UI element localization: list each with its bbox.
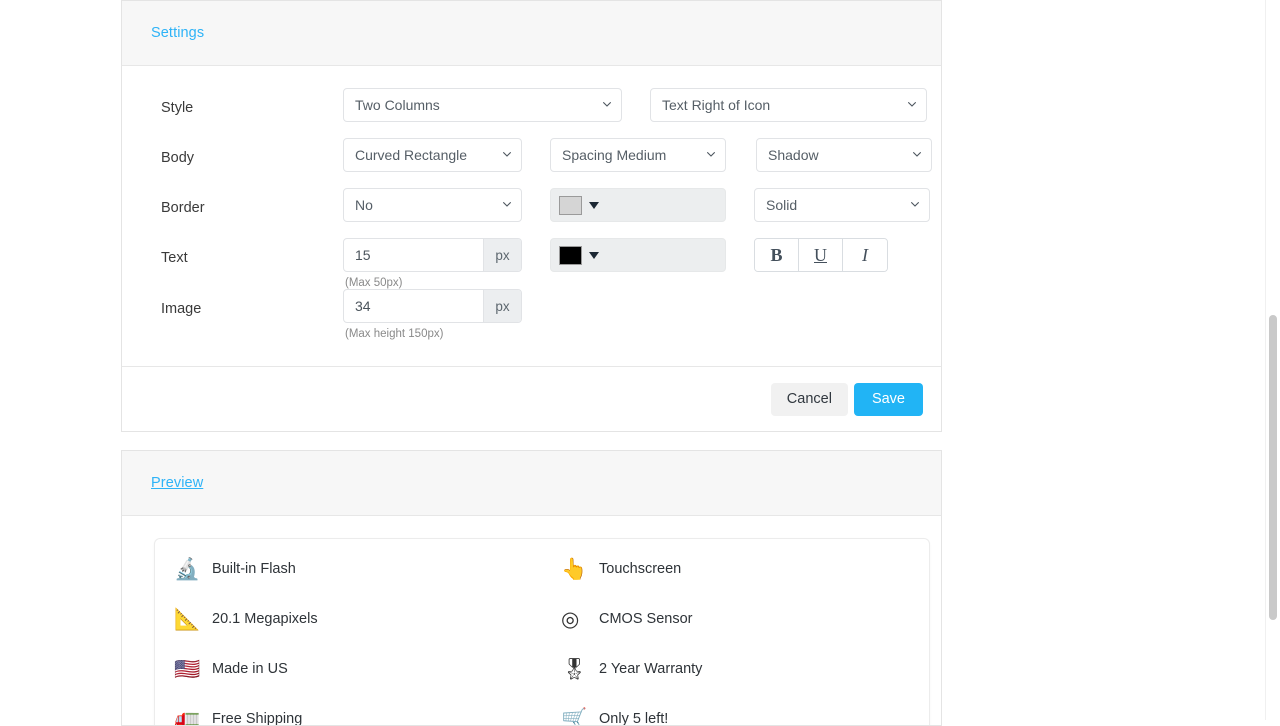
- preview-panel-header: Preview: [121, 450, 942, 516]
- feature-item-label: Only 5 left!: [599, 711, 668, 726]
- color-swatch-border: [559, 196, 582, 215]
- feature-item: 👆Touchscreen: [542, 555, 929, 583]
- row-label-style: Style: [141, 88, 343, 116]
- chevron-down-icon: [911, 201, 919, 209]
- select-border-enabled[interactable]: No: [343, 188, 522, 222]
- medal-icon: 🎖: [561, 655, 595, 683]
- chevron-down-icon: [913, 151, 921, 159]
- flash-icon: 🔬: [174, 555, 208, 583]
- row-fields-image: px (Max height 150px): [343, 289, 522, 340]
- chevron-down-icon: [908, 101, 916, 109]
- feature-item: 🇺🇸Made in US: [155, 655, 542, 683]
- save-button[interactable]: Save: [854, 383, 923, 416]
- text-size-input[interactable]: [344, 239, 483, 271]
- field-image-height: px (Max height 150px): [343, 289, 522, 340]
- form-row-style: Style Two Columns Text Right of Icon: [122, 88, 941, 138]
- select-style-layout[interactable]: Two Columns: [343, 88, 622, 122]
- row-fields-style: Two Columns Text Right of Icon: [343, 88, 927, 122]
- italic-button[interactable]: I: [843, 239, 887, 271]
- preview-header-link[interactable]: Preview: [151, 475, 203, 491]
- settings-footer: Cancel Save: [121, 366, 942, 432]
- select-body-spacing-value: Spacing Medium: [562, 147, 666, 163]
- settings-form: Style Two Columns Text Right of Icon B: [121, 66, 942, 366]
- settings-panel-header: Settings: [121, 0, 942, 66]
- select-body-effect[interactable]: Shadow: [756, 138, 932, 172]
- chevron-down-icon: [503, 151, 511, 159]
- settings-header-link[interactable]: Settings: [151, 25, 204, 41]
- select-style-text-position-value: Text Right of Icon: [662, 97, 770, 113]
- input-group-image-height[interactable]: px: [343, 289, 522, 323]
- form-row-image: Image px (Max height 150px): [122, 289, 941, 340]
- select-body-shape[interactable]: Curved Rectangle: [343, 138, 522, 172]
- select-body-effect-value: Shadow: [768, 147, 819, 163]
- feature-item-label: Touchscreen: [599, 561, 681, 577]
- row-label-border: Border: [141, 188, 343, 216]
- feature-item: 📐20.1 Megapixels: [155, 605, 542, 633]
- feature-item-label: Built-in Flash: [212, 561, 296, 577]
- row-fields-border: No Solid: [343, 188, 930, 222]
- page-content-column: Settings Style Two Columns Text Right of…: [121, 0, 942, 726]
- image-height-input[interactable]: [344, 290, 483, 322]
- feature-grid: 🔬Built-in Flash👆Touchscreen📐20.1 Megapix…: [155, 555, 929, 726]
- row-label-text: Text: [141, 238, 343, 266]
- page-scrollbar-thumb[interactable]: [1269, 315, 1277, 620]
- select-border-style[interactable]: Solid: [754, 188, 930, 222]
- feature-item-label: Made in US: [212, 661, 288, 677]
- frame-icon: 📐: [174, 605, 208, 633]
- form-row-text: Text px (Max 50px) B U I: [122, 238, 941, 289]
- feature-item: 🛒 Only 5 left!: [542, 705, 929, 726]
- text-size-hint: (Max 50px): [343, 277, 522, 289]
- row-fields-body: Curved Rectangle Spacing Medium Shadow: [343, 138, 932, 172]
- page-scrollbar-track[interactable]: [1265, 0, 1280, 720]
- row-label-image: Image: [141, 289, 343, 317]
- feature-item-label: 2 Year Warranty: [599, 661, 702, 677]
- select-border-enabled-value: No: [355, 197, 373, 213]
- feature-item-label: Free Shipping: [212, 711, 302, 726]
- row-fields-text: px (Max 50px) B U I: [343, 238, 888, 289]
- feature-item: 🔬Built-in Flash: [155, 555, 542, 583]
- color-picker-text-color[interactable]: [550, 238, 726, 272]
- bold-button[interactable]: B: [755, 239, 799, 271]
- feature-item-label: CMOS Sensor: [599, 611, 692, 627]
- select-body-shape-value: Curved Rectangle: [355, 147, 467, 163]
- cart-icon: 🛒: [561, 705, 595, 726]
- chevron-down-icon: [603, 101, 611, 109]
- feature-item: 🚛 Free Shipping: [155, 705, 542, 726]
- select-style-text-position[interactable]: Text Right of Icon: [650, 88, 927, 122]
- feature-item-label: 20.1 Megapixels: [212, 611, 318, 627]
- form-row-body: Body Curved Rectangle Spacing Medium Sha…: [122, 138, 941, 188]
- text-size-unit: px: [483, 239, 521, 271]
- text-format-button-group: B U I: [754, 238, 888, 272]
- form-row-border: Border No Solid: [122, 188, 941, 238]
- sensor-icon: ◎: [561, 605, 595, 633]
- row-label-body: Body: [141, 138, 343, 166]
- field-text-size: px (Max 50px): [343, 238, 522, 289]
- cancel-button[interactable]: Cancel: [771, 383, 848, 416]
- feature-list-card: 🔬Built-in Flash👆Touchscreen📐20.1 Megapix…: [154, 538, 930, 726]
- touchscreen-icon: 👆: [561, 555, 595, 583]
- select-body-spacing[interactable]: Spacing Medium: [550, 138, 726, 172]
- us-flag-icon: 🇺🇸: [174, 655, 208, 683]
- image-height-unit: px: [483, 290, 521, 322]
- caret-down-icon: [589, 202, 599, 209]
- chevron-down-icon: [707, 151, 715, 159]
- input-group-text-size[interactable]: px: [343, 238, 522, 272]
- preview-panel-body: 🔬Built-in Flash👆Touchscreen📐20.1 Megapix…: [121, 516, 942, 726]
- image-height-hint: (Max height 150px): [343, 328, 522, 340]
- delivery-truck-icon: 🚛: [174, 705, 208, 726]
- caret-down-icon: [589, 252, 599, 259]
- feature-item: 🎖2 Year Warranty: [542, 655, 929, 683]
- select-style-layout-value: Two Columns: [355, 97, 440, 113]
- select-border-style-value: Solid: [766, 197, 797, 213]
- color-swatch-text: [559, 246, 582, 265]
- feature-item: ◎CMOS Sensor: [542, 605, 929, 633]
- underline-button[interactable]: U: [799, 239, 843, 271]
- color-picker-border-color[interactable]: [550, 188, 726, 222]
- chevron-down-icon: [503, 201, 511, 209]
